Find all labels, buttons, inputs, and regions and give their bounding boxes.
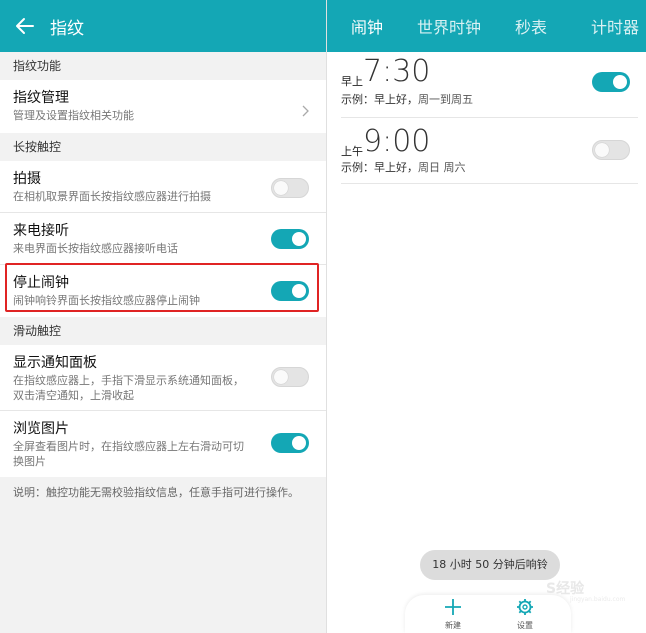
gear-icon — [517, 599, 533, 615]
notification-panel-item: 显示通知面板 在指纹感应器上，手指下滑显示系统通知面板，双击清空通知，上滑收起 — [0, 345, 326, 411]
alarm-repeat: 周日 周六 — [418, 161, 466, 174]
tab-world-clock[interactable]: 世界时钟 — [417, 14, 481, 38]
alarm-label-text: 示例：早上好， — [341, 161, 418, 174]
alarm-item[interactable]: 早上 7:30 示例：早上好，周一到周五 — [341, 52, 638, 118]
tab-stopwatch[interactable]: 秒表 — [515, 14, 547, 38]
next-ring-badge: 18 小时 50 分钟后响铃 — [420, 550, 560, 580]
browse-photos-item: 浏览图片 全屏查看图片时，在指纹感应器上左右滑动可切换图片 — [0, 411, 326, 477]
settings-header: 指纹 — [0, 0, 326, 52]
alarm-label: 示例：早上好，周一到周五 — [341, 91, 473, 107]
watermark: S经验 — [546, 581, 585, 597]
bottom-action-bar: 新建 设置 — [405, 595, 571, 633]
browse-photos-toggle[interactable] — [271, 433, 309, 453]
alarm-toggle[interactable] — [592, 72, 630, 92]
answer-call-item: 来电接听 来电界面长按指纹感应器接听电话 — [0, 213, 326, 265]
new-alarm-button[interactable]: 新建 — [433, 598, 473, 631]
section-fingerprint-function: 指纹功能 — [0, 52, 326, 80]
back-arrow-icon[interactable] — [14, 15, 36, 37]
plus-icon — [445, 599, 461, 615]
section-swipe: 滑动触控 — [0, 317, 326, 345]
fingerprint-manage-item[interactable]: 指纹管理 管理及设置指纹相关功能 — [0, 80, 326, 133]
new-alarm-label: 新建 — [445, 621, 461, 630]
answer-call-title: 来电接听 — [13, 223, 69, 239]
notification-panel-subtitle: 在指纹感应器上，手指下滑显示系统通知面板，双击清空通知，上滑收起 — [13, 374, 244, 402]
tab-timer[interactable]: 计时器 — [591, 14, 639, 38]
fingerprint-settings-panel: 指纹 指纹功能 指纹管理 管理及设置指纹相关功能 长按触控 拍摄 在相机取景界面… — [0, 0, 326, 633]
alarm-item[interactable]: 上午 9:00 示例：早上好，周日 周六 — [341, 118, 638, 184]
clock-app-panel: 闹钟 世界时钟 秒表 计时器 早上 7:30 示例：早上好，周一到周五 上午 9… — [326, 0, 646, 633]
clock-tab-bar: 闹钟 世界时钟 秒表 计时器 — [327, 0, 646, 52]
photo-title: 拍摄 — [13, 171, 41, 187]
settings-label: 设置 — [517, 621, 533, 630]
tab-alarm[interactable]: 闹钟 — [351, 14, 383, 38]
answer-call-subtitle: 来电界面长按指纹感应器接听电话 — [13, 242, 178, 255]
watermark-sub: jingyan.baidu.com — [570, 596, 626, 603]
alarm-time: 7:30 — [363, 54, 431, 89]
alarm-time: 9:00 — [363, 124, 431, 159]
section-long-press: 长按触控 — [0, 133, 326, 161]
page-title: 指纹 — [50, 18, 84, 39]
photo-item: 拍摄 在相机取景界面长按指纹感应器进行拍摄 — [0, 161, 326, 213]
photo-subtitle: 在相机取景界面长按指纹感应器进行拍摄 — [13, 190, 211, 203]
chevron-right-icon — [302, 102, 310, 121]
alarm-period: 早上 — [341, 75, 363, 88]
touch-note: 说明：触控功能无需校验指纹信息，任意手指可进行操作。 — [0, 477, 326, 508]
notification-panel-toggle[interactable] — [271, 367, 309, 387]
alarm-label: 示例：早上好，周日 周六 — [341, 159, 466, 175]
browse-photos-subtitle: 全屏查看图片时，在指纹感应器上左右滑动可切换图片 — [13, 440, 244, 468]
alarm-label-text: 示例：早上好， — [341, 93, 418, 106]
photo-toggle[interactable] — [271, 178, 309, 198]
notification-panel-title: 显示通知面板 — [13, 355, 97, 371]
alarm-period: 上午 — [341, 145, 363, 158]
answer-call-toggle[interactable] — [271, 229, 309, 249]
alarm-toggle[interactable] — [592, 140, 630, 160]
fingerprint-manage-subtitle: 管理及设置指纹相关功能 — [13, 109, 134, 122]
fingerprint-manage-title: 指纹管理 — [13, 90, 69, 106]
alarm-repeat: 周一到周五 — [418, 93, 473, 106]
settings-button[interactable]: 设置 — [505, 598, 545, 631]
highlight-box — [5, 263, 319, 312]
browse-photos-title: 浏览图片 — [13, 421, 69, 437]
